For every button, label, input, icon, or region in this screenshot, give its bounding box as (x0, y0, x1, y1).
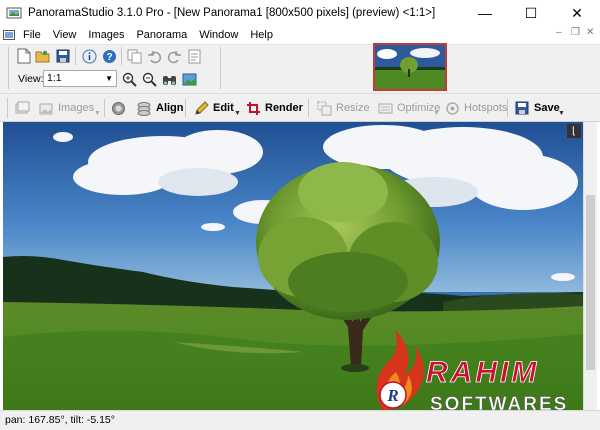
separator (75, 47, 76, 65)
hotspots-icon (444, 100, 460, 116)
edit-label: Edit (213, 102, 234, 114)
copy-icon[interactable] (126, 48, 142, 64)
zoom-value: 1:1 (47, 72, 62, 84)
zoom-out-icon[interactable] (141, 71, 157, 87)
menu-help[interactable]: Help (244, 26, 279, 44)
mdi-close-button[interactable]: ✕ (586, 27, 594, 38)
separator (507, 99, 508, 117)
align-button[interactable]: Align (136, 96, 184, 120)
resize-icon (316, 100, 332, 116)
corner-expand-icon: ⌊ (572, 125, 576, 137)
resize-label: Resize (336, 102, 370, 114)
pan-tilt-readout: pan: 167.85°, tilt: -5.15° (5, 414, 115, 426)
chevron-down-icon: ▼ (105, 74, 113, 83)
lens-icon (110, 100, 126, 116)
menu-window[interactable]: Window (193, 26, 244, 44)
watermark-line1: RAHIM (426, 356, 539, 389)
render-button[interactable]: Render (245, 96, 303, 120)
chevron-down-icon[interactable]: ▼ (558, 110, 565, 117)
mdi-minimize-button[interactable]: – (556, 27, 562, 38)
panorama-thumbnail[interactable] (373, 43, 447, 91)
open-folder-icon[interactable] (35, 48, 51, 64)
maximize-button[interactable]: ☐ (508, 0, 554, 26)
binoculars-icon[interactable] (161, 71, 177, 87)
new-file-icon[interactable] (16, 48, 32, 64)
optimize-icon (377, 100, 393, 116)
app-icon (6, 5, 22, 21)
lens-settings-icon-button[interactable] (110, 96, 130, 120)
redo-icon[interactable] (166, 48, 182, 64)
window-title: PanoramaStudio 3.1.0 Pro - [New Panorama… (28, 7, 436, 19)
optimize-button[interactable]: Optimize (377, 96, 440, 120)
help-icon[interactable]: ? (101, 48, 117, 64)
zoom-in-icon[interactable] (121, 71, 137, 87)
chevron-down-icon[interactable]: ▼ (94, 110, 101, 117)
save-label: Save (534, 102, 560, 114)
hotspots-label: Hotspots (464, 102, 508, 114)
view-label: View: (18, 73, 44, 85)
rahim-softwares-logo: R RAHIM SOFTWARES (360, 320, 595, 415)
fullscreen-toggle-button[interactable]: ⌊ (567, 124, 581, 138)
save-disk-icon (514, 100, 530, 116)
chevron-down-icon[interactable]: ▼ (234, 110, 241, 117)
zoom-select[interactable]: 1:1 ▼ (43, 70, 117, 87)
align-icon (136, 100, 152, 116)
save-button[interactable]: Save (514, 96, 560, 120)
align-label: Align (156, 102, 184, 114)
render-label: Render (265, 102, 303, 114)
toolbar-grip (7, 98, 8, 118)
separator (104, 99, 105, 117)
separator (121, 47, 122, 65)
images-button[interactable]: Images (38, 96, 94, 120)
menu-file[interactable]: File (17, 26, 47, 44)
resize-button[interactable]: Resize (316, 96, 370, 120)
mdi-restore-button[interactable]: ❐ (571, 27, 580, 38)
images-label: Images (58, 102, 95, 114)
svg-text:R: R (386, 386, 398, 405)
document-icon (3, 27, 15, 43)
chevron-down-icon[interactable]: ▼ (433, 110, 440, 117)
toolbar-grip (8, 68, 9, 88)
hotspots-button[interactable]: Hotspots (444, 96, 507, 120)
undo-icon[interactable] (146, 48, 162, 64)
menu-bar: File View Images Panorama Window Help (0, 26, 600, 44)
separator (185, 99, 186, 117)
images-icon (38, 100, 54, 116)
edit-button[interactable]: Edit (193, 96, 234, 120)
add-images-icon-button[interactable] (14, 96, 34, 120)
close-button[interactable]: ✕ (554, 0, 600, 26)
separator (308, 99, 309, 117)
status-bar: pan: 167.85°, tilt: -5.15° (0, 410, 600, 430)
crop-render-icon (245, 100, 261, 116)
svg-text:?: ? (106, 52, 112, 63)
fit-image-icon[interactable] (181, 71, 197, 87)
info-icon[interactable] (81, 48, 97, 64)
separator (220, 47, 221, 89)
minimize-button[interactable]: — (462, 0, 508, 26)
save-disk-icon[interactable] (55, 48, 71, 64)
menu-view[interactable]: View (47, 26, 83, 44)
properties-icon[interactable] (186, 48, 202, 64)
edit-pencil-icon (193, 100, 209, 116)
images-add-icon (14, 100, 30, 116)
menu-images[interactable]: Images (82, 26, 130, 44)
menu-panorama[interactable]: Panorama (130, 26, 193, 44)
